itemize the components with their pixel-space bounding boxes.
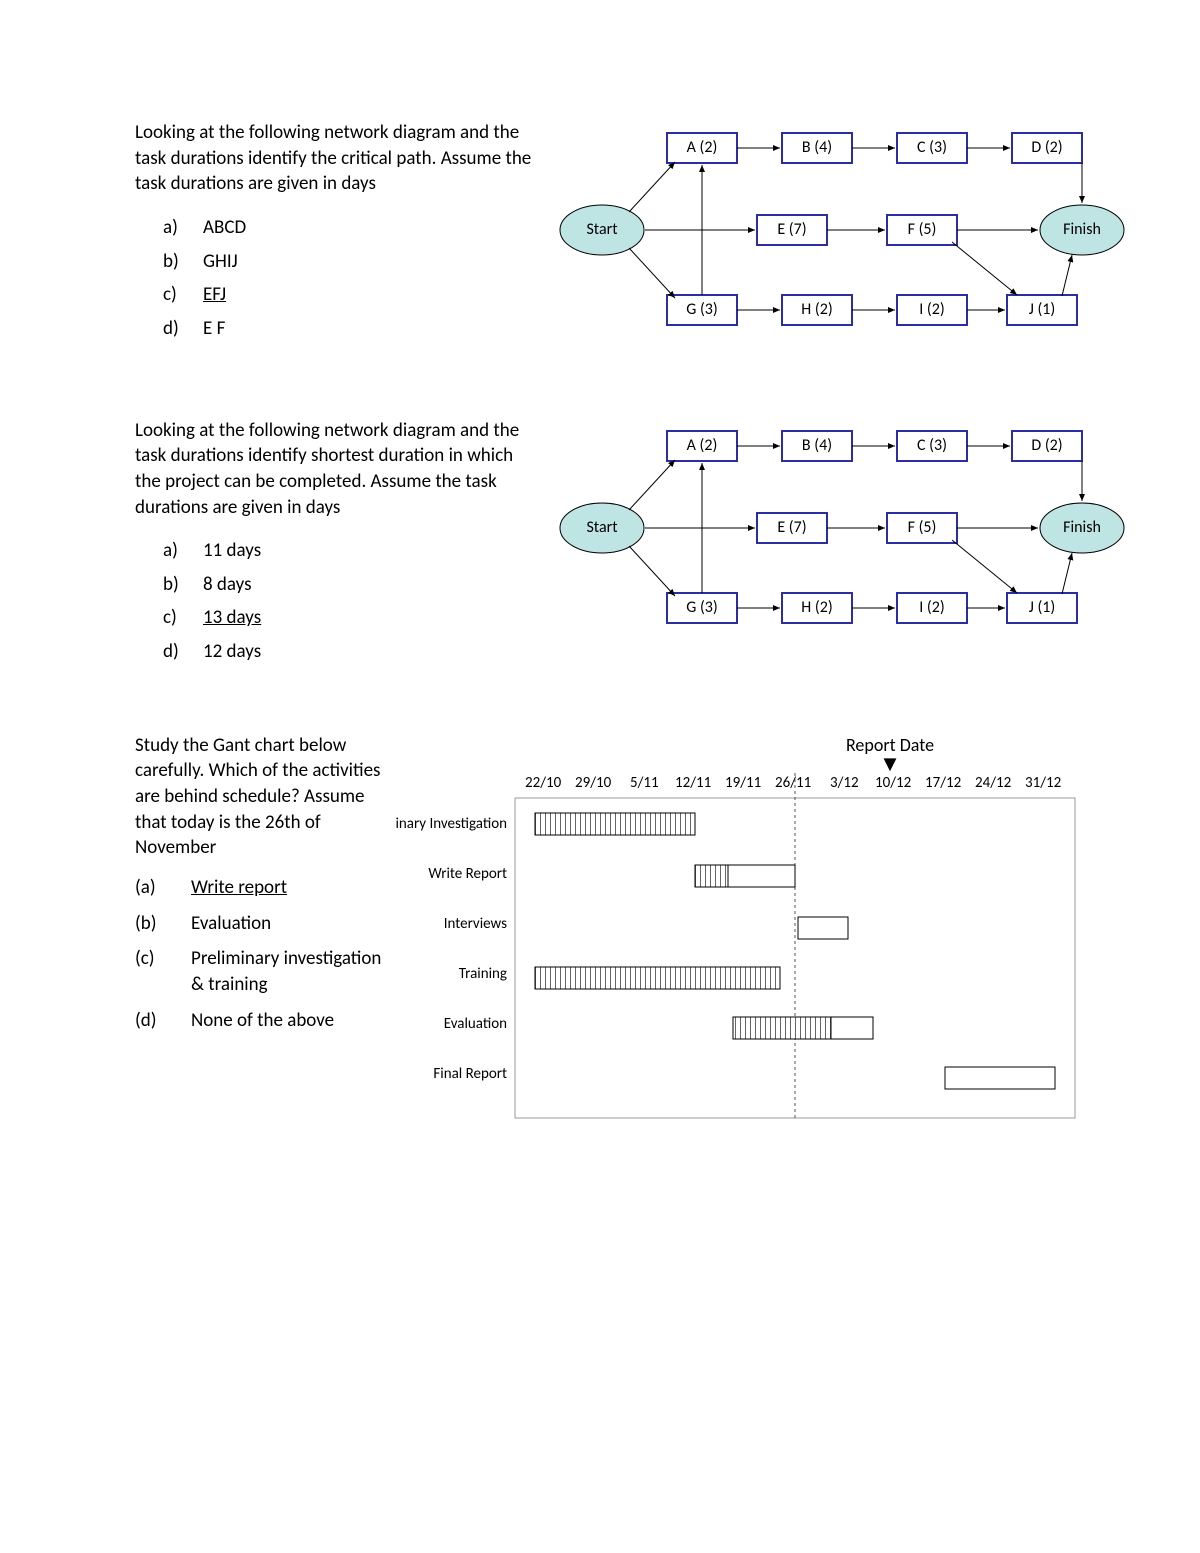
q3-option-a: (a)Write report xyxy=(135,875,385,901)
task-label: Interviews xyxy=(444,915,507,933)
network-diagram-2: Start Finish A (2) B (4) C (3) D (2) E (… xyxy=(557,418,1127,648)
question-2: Looking at the following network diagram… xyxy=(135,418,1080,673)
q1-option-b: b)GHIJ xyxy=(163,249,535,275)
question-1: Looking at the following network diagram… xyxy=(135,120,1080,358)
svg-text:I (2): I (2) xyxy=(919,597,944,616)
q1-option-d: d)E F xyxy=(163,316,535,342)
q3-text: Study the Gant chart below carefully. Wh… xyxy=(135,733,385,1141)
question-3: Study the Gant chart below carefully. Wh… xyxy=(135,733,1080,1141)
svg-text:5/11: 5/11 xyxy=(630,774,659,792)
q1-diagram: Start Finish A (2) B (4) C (3) D (2) E (… xyxy=(557,120,1127,358)
svg-text:C (3): C (3) xyxy=(917,435,947,454)
svg-text:D (2): D (2) xyxy=(1031,435,1062,454)
q3-option-c: (c)Preliminary investigation & training xyxy=(135,946,385,997)
arrow-down-icon: ▼ xyxy=(685,759,1095,769)
svg-text:3/12: 3/12 xyxy=(830,774,859,792)
node-finish: Finish xyxy=(1063,220,1101,239)
q2-prompt: Looking at the following network diagram… xyxy=(135,418,535,521)
q1-option-c: c)EFJ xyxy=(163,282,535,308)
q1-text: Looking at the following network diagram… xyxy=(135,120,535,358)
svg-text:A (2): A (2) xyxy=(687,435,718,454)
svg-text:31/12: 31/12 xyxy=(1025,774,1061,792)
q2-diagram: Start Finish A (2) B (4) C (3) D (2) E (… xyxy=(557,418,1127,673)
svg-text:H (2): H (2) xyxy=(801,597,832,616)
q3-options: (a)Write report (b)Evaluation (c)Prelimi… xyxy=(135,875,385,1033)
gantt-svg: 22/10 29/10 5/11 12/11 19/11 26/11 3/12 … xyxy=(395,773,1095,1133)
q3-prompt: Study the Gant chart below carefully. Wh… xyxy=(135,733,385,861)
node-f: F (5) xyxy=(908,220,937,239)
task-label: Write Report xyxy=(428,865,507,883)
svg-text:G (3): G (3) xyxy=(686,597,718,616)
node-start: Start xyxy=(586,220,618,239)
task-label: Training xyxy=(459,965,507,983)
node-a: A (2) xyxy=(687,138,718,157)
svg-text:F (5): F (5) xyxy=(908,517,937,536)
bar-preliminary xyxy=(535,813,695,835)
gantt-dates: 22/10 29/10 5/11 12/11 19/11 26/11 3/12 … xyxy=(525,774,1061,792)
task-label: Preliminary Investigation xyxy=(395,815,507,833)
svg-text:22/10: 22/10 xyxy=(525,774,562,792)
node-j: J (1) xyxy=(1029,300,1056,319)
svg-text:24/12: 24/12 xyxy=(975,774,1011,792)
q2-option-b: b)8 days xyxy=(163,572,535,598)
node-e: E (7) xyxy=(777,220,806,239)
q2-option-d: d)12 days xyxy=(163,639,535,665)
node-c: C (3) xyxy=(917,138,947,157)
svg-text:J (1): J (1) xyxy=(1029,597,1056,616)
q3-option-d: (d)None of the above xyxy=(135,1008,385,1034)
bar-final-report xyxy=(945,1067,1055,1089)
node-i: I (2) xyxy=(919,300,944,319)
bar-training xyxy=(535,967,780,989)
q2-option-a: a)11 days xyxy=(163,538,535,564)
node-h: H (2) xyxy=(801,300,832,319)
svg-text:29/10: 29/10 xyxy=(575,774,612,792)
svg-text:10/12: 10/12 xyxy=(875,774,911,792)
q1-options: a)ABCD b)GHIJ c)EFJ d)E F xyxy=(135,215,535,342)
svg-text:Finish: Finish xyxy=(1063,517,1101,536)
task-label: Evaluation xyxy=(444,1015,507,1033)
q1-option-a: a)ABCD xyxy=(163,215,535,241)
svg-text:19/11: 19/11 xyxy=(725,774,761,792)
svg-text:12/11: 12/11 xyxy=(675,774,711,792)
q2-text: Looking at the following network diagram… xyxy=(135,418,535,673)
q2-option-c: c)13 days xyxy=(163,605,535,631)
task-label: Final Report xyxy=(433,1065,507,1083)
node-b: B (4) xyxy=(802,138,832,157)
svg-text:26/11: 26/11 xyxy=(775,774,811,792)
node-d: D (2) xyxy=(1031,138,1062,157)
svg-text:Start: Start xyxy=(586,517,618,536)
node-g: G (3) xyxy=(686,300,718,319)
svg-text:E (7): E (7) xyxy=(777,517,806,536)
q1-prompt: Looking at the following network diagram… xyxy=(135,120,535,197)
network-diagram-1: Start Finish A (2) B (4) C (3) D (2) E (… xyxy=(557,120,1127,350)
svg-text:17/12: 17/12 xyxy=(925,774,961,792)
svg-text:B (4): B (4) xyxy=(802,435,832,454)
gantt-chart: Report Date ▼ 22/10 29/10 5/11 12/11 19/… xyxy=(395,733,1095,1141)
bar-interviews xyxy=(798,917,848,939)
q2-options: a)11 days b)8 days c)13 days d)12 days xyxy=(135,538,535,665)
page: Looking at the following network diagram… xyxy=(0,0,1200,1201)
q3-option-b: (b)Evaluation xyxy=(135,911,385,937)
